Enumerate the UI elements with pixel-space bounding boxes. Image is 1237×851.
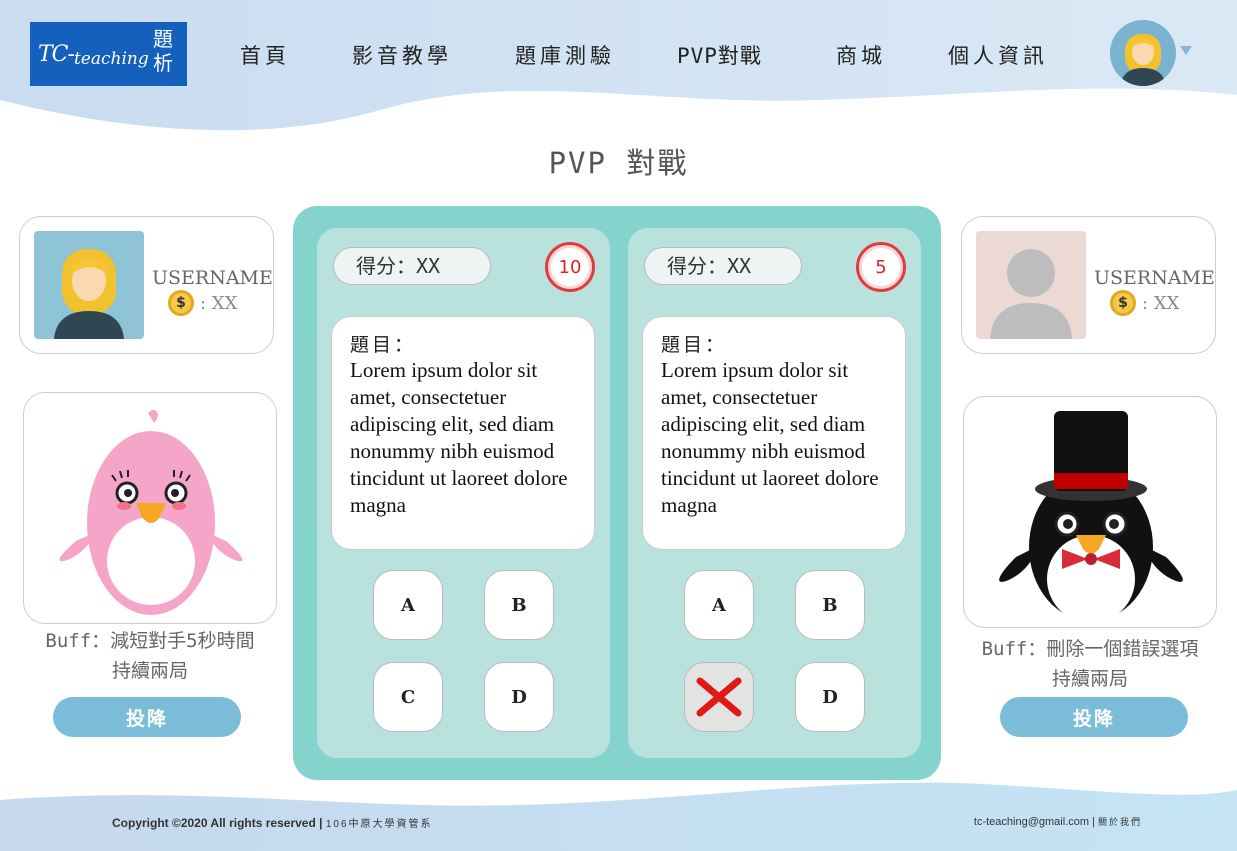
buff-line-1-right: Buff：刪除一個錯誤選項 xyxy=(981,638,1199,660)
buff-description-left: Buff：減短對手5秒時間 持續兩局 xyxy=(23,626,277,686)
coin-icon: $ xyxy=(1110,290,1136,316)
option-c-right-removed xyxy=(684,662,754,732)
player-avatar-left xyxy=(34,231,144,339)
timer-left: 10 xyxy=(545,242,595,292)
nav-item-home[interactable]: 首頁 xyxy=(240,40,290,70)
footer-contact: tc-teaching@gmail.com | 關於我們 xyxy=(974,815,1142,828)
logo-cn-top: 題 xyxy=(153,27,173,51)
option-a-right[interactable]: A xyxy=(684,570,754,640)
option-c-left[interactable]: C xyxy=(373,662,443,732)
coin-amount-left: : XX xyxy=(200,292,238,314)
question-text-right: Lorem ipsum dolor sit amet, consectetuer… xyxy=(661,358,879,517)
logo-chinese-text: 題 析 xyxy=(149,27,177,75)
logo-cn-bottom: 析 xyxy=(153,51,173,75)
score-display-left: 得分：XX xyxy=(333,247,491,285)
logo-brand-text: TC- xyxy=(38,41,75,67)
default-user-icon xyxy=(990,249,1072,339)
option-a-left[interactable]: A xyxy=(373,570,443,640)
page-title: PVP 對戰 xyxy=(548,146,689,180)
timer-right: 5 xyxy=(856,242,906,292)
buff-line-1-left: Buff：減短對手5秒時間 xyxy=(45,630,255,652)
chevron-down-icon[interactable] xyxy=(1180,46,1192,55)
nav-item-quiz-bank[interactable]: 題庫測驗 xyxy=(515,40,615,70)
option-d-left[interactable]: D xyxy=(484,662,554,732)
nav-item-shop[interactable]: 商城 xyxy=(836,40,886,70)
player-panel-left: 得分：XX 10 題目： Lorem ipsum dolor sit amet,… xyxy=(317,228,610,758)
nav-item-pvp[interactable]: PVP對戰 xyxy=(677,40,762,70)
question-card-left: 題目： Lorem ipsum dolor sit amet, consecte… xyxy=(331,316,595,550)
player-card-right: USERNAME $ : XX xyxy=(961,216,1216,354)
player-username-right: USERNAME xyxy=(1094,267,1215,289)
player-username-left: USERNAME xyxy=(152,267,273,289)
player-panel-right: 得分：XX 5 題目： Lorem ipsum dolor sit amet, … xyxy=(628,228,921,758)
buff-line-2-right: 持續兩局 xyxy=(1051,668,1128,690)
avatar-woman-icon xyxy=(1120,34,1166,86)
option-b-right[interactable]: B xyxy=(795,570,865,640)
site-logo[interactable]: TC- teaching 題 析 xyxy=(30,22,187,86)
penguin-top-hat-icon xyxy=(999,411,1183,623)
pet-card-left xyxy=(23,392,277,624)
footer-about-link[interactable]: 關於我們 xyxy=(1098,817,1142,827)
question-card-right: 題目： Lorem ipsum dolor sit amet, consecte… xyxy=(642,316,906,550)
user-avatar[interactable] xyxy=(1110,20,1176,86)
pet-card-right xyxy=(963,396,1217,628)
surrender-button-right[interactable]: 投降 xyxy=(1000,697,1188,737)
nav-item-video-lessons[interactable]: 影音教學 xyxy=(352,40,452,70)
battle-arena: 得分：XX 10 題目： Lorem ipsum dolor sit amet,… xyxy=(293,206,941,780)
coin-icon: $ xyxy=(168,290,194,316)
footer-wave-background xyxy=(0,782,1237,851)
nav-item-profile[interactable]: 個人資訊 xyxy=(948,40,1048,70)
player-avatar-right xyxy=(976,231,1086,339)
footer-email[interactable]: tc-teaching@gmail.com | xyxy=(974,816,1095,828)
player-coins-left: $ : XX xyxy=(168,290,237,316)
score-display-right: 得分：XX xyxy=(644,247,802,285)
pink-penguin-icon xyxy=(59,410,243,615)
option-d-right[interactable]: D xyxy=(795,662,865,732)
red-x-icon xyxy=(696,677,742,717)
logo-brand-subtext: teaching xyxy=(73,49,149,69)
surrender-button-left[interactable]: 投降 xyxy=(53,697,241,737)
footer-org-text: 106中原大學資管系 xyxy=(325,819,433,830)
buff-description-right: Buff：刪除一個錯誤選項 持續兩局 xyxy=(955,634,1225,694)
player-coins-right: $ : XX xyxy=(1110,290,1179,316)
question-text-left: Lorem ipsum dolor sit amet, consectetuer… xyxy=(350,358,568,517)
coin-amount-right: : XX xyxy=(1142,292,1180,314)
question-label-left: 題目： xyxy=(350,334,417,356)
player-card-left: USERNAME $ : XX xyxy=(19,216,274,354)
footer-copyright: Copyright ©2020 All rights reserved | 10… xyxy=(112,815,433,830)
question-label-right: 題目： xyxy=(661,334,728,356)
buff-line-2-left: 持續兩局 xyxy=(111,660,188,682)
avatar-woman-icon xyxy=(54,249,124,339)
footer-copyright-text: Copyright ©2020 All rights reserved | xyxy=(112,816,323,830)
option-b-left[interactable]: B xyxy=(484,570,554,640)
